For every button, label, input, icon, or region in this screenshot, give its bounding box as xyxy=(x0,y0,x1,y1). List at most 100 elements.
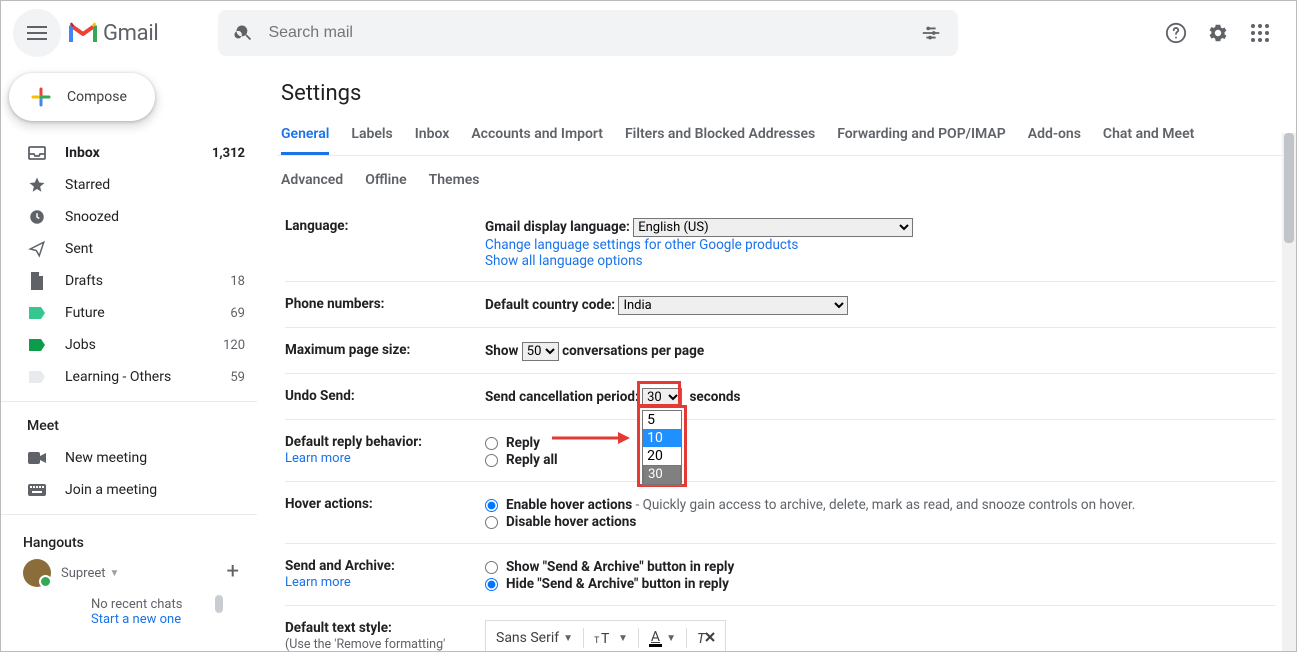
enable-hover-radio[interactable] xyxy=(485,499,498,512)
tab-add-ons[interactable]: Add-ons xyxy=(1028,116,1081,155)
tab-themes[interactable]: Themes xyxy=(429,162,480,198)
tab-advanced[interactable]: Advanced xyxy=(281,162,343,198)
tab-filters-and-blocked-addresses[interactable]: Filters and Blocked Addresses xyxy=(625,116,815,155)
reply-all-radio-label: Reply all xyxy=(506,452,558,468)
search-bar[interactable] xyxy=(218,10,958,56)
change-language-link[interactable]: Change language settings for other Googl… xyxy=(485,237,798,253)
page-size-suffix: conversations per page xyxy=(562,343,704,359)
text-style-note: (Use the 'Remove formatting' xyxy=(285,637,445,651)
hide-send-archive-radio[interactable] xyxy=(485,578,498,591)
file-icon xyxy=(27,272,47,290)
tab-chat-and-meet[interactable]: Chat and Meet xyxy=(1103,116,1194,155)
phone-row-label: Phone numbers: xyxy=(285,296,485,315)
label-icon xyxy=(27,338,47,352)
search-options-icon[interactable] xyxy=(920,22,942,44)
text-color-button[interactable]: A ▼ xyxy=(649,630,676,647)
search-icon xyxy=(234,23,254,43)
disable-hover-radio[interactable] xyxy=(485,516,498,529)
hover-row-label: Hover actions: xyxy=(285,496,485,531)
label-icon xyxy=(27,370,47,384)
meet-item-new-meeting[interactable]: New meeting xyxy=(1,442,257,474)
reply-radio-label: Reply xyxy=(506,435,540,451)
inbox-icon xyxy=(27,146,47,160)
gear-icon xyxy=(1207,22,1229,44)
hangouts-new-button[interactable]: + xyxy=(221,559,245,587)
start-new-chat-link[interactable]: Start a new one xyxy=(91,612,223,627)
tab-forwarding-and-pop-imap[interactable]: Forwarding and POP/IMAP xyxy=(837,116,1006,155)
send-archive-learn-more-link[interactable]: Learn more xyxy=(285,575,351,590)
settings-button[interactable] xyxy=(1206,21,1230,45)
enable-hover-label: Enable hover actions xyxy=(506,497,632,513)
tab-general[interactable]: General xyxy=(281,116,329,155)
reply-radio[interactable] xyxy=(485,437,498,450)
tab-accounts-and-import[interactable]: Accounts and Import xyxy=(471,116,603,155)
apps-button[interactable] xyxy=(1248,21,1272,45)
hangouts-user-name[interactable]: Supreet xyxy=(61,566,106,581)
tab-inbox[interactable]: Inbox xyxy=(415,116,450,155)
send-archive-row-label: Send and Archive: xyxy=(285,558,395,574)
remove-formatting-icon: T xyxy=(697,630,715,646)
sidebar-item-drafts[interactable]: Drafts18 xyxy=(1,265,257,297)
sidebar-item-count: 18 xyxy=(230,274,245,289)
chevron-down-icon: ▼ xyxy=(563,633,573,644)
default-country-select[interactable]: India xyxy=(618,296,848,315)
sidebar-item-count: 120 xyxy=(223,338,245,353)
page-size-prefix: Show xyxy=(485,343,518,359)
undo-send-row-label: Undo Send: xyxy=(285,388,485,407)
undo-send-select[interactable]: 30 xyxy=(642,388,682,407)
hangouts-avatar[interactable] xyxy=(23,559,51,587)
meet-section-title: Meet xyxy=(1,410,257,442)
hamburger-icon xyxy=(27,26,47,40)
no-recent-chats-text: No recent chats xyxy=(91,597,223,612)
page-size-row-label: Maximum page size: xyxy=(285,342,485,361)
undo-option-5[interactable]: 5 xyxy=(643,411,681,429)
sidebar-item-label: Inbox xyxy=(65,145,212,161)
svg-text:T: T xyxy=(601,631,610,646)
content-scrollbar-track[interactable] xyxy=(1282,133,1296,651)
meet-item-join-a-meeting[interactable]: Join a meeting xyxy=(1,474,257,506)
undo-option-20[interactable]: 20 xyxy=(643,447,681,465)
sidebar-item-jobs[interactable]: Jobs120 xyxy=(1,329,257,361)
disable-hover-label: Disable hover actions xyxy=(506,514,636,530)
sidebar-item-label: Learning - Others xyxy=(65,369,230,385)
reply-learn-more-link[interactable]: Learn more xyxy=(285,451,351,466)
help-button[interactable] xyxy=(1164,21,1188,45)
hangouts-scrollbar-thumb[interactable] xyxy=(215,595,223,613)
page-size-select[interactable]: 50 xyxy=(522,342,559,361)
content-scrollbar-thumb[interactable] xyxy=(1284,133,1294,243)
text-size-icon: TT xyxy=(594,630,614,646)
chevron-down-icon[interactable]: ▼ xyxy=(110,568,120,579)
show-send-archive-radio[interactable] xyxy=(485,561,498,574)
compose-button[interactable]: Compose xyxy=(9,73,155,121)
main-menu-button[interactable] xyxy=(13,9,61,57)
tab-offline[interactable]: Offline xyxy=(365,162,406,198)
tab-labels[interactable]: Labels xyxy=(351,116,392,155)
sidebar-item-count: 59 xyxy=(230,370,245,385)
sidebar-item-count: 1,312 xyxy=(212,146,245,161)
sidebar-item-sent[interactable]: Sent xyxy=(1,233,257,265)
help-icon xyxy=(1165,22,1187,44)
meet-item-label: Join a meeting xyxy=(65,482,245,498)
reply-all-radio[interactable] xyxy=(485,454,498,467)
send-icon xyxy=(27,240,47,258)
undo-send-dropdown-popup[interactable]: 5 10 20 30 xyxy=(642,410,682,486)
label-icon xyxy=(27,306,47,320)
sidebar-item-inbox[interactable]: Inbox1,312 xyxy=(1,137,257,169)
sidebar-item-snoozed[interactable]: Snoozed xyxy=(1,201,257,233)
show-all-language-link[interactable]: Show all language options xyxy=(485,253,643,269)
undo-option-30[interactable]: 30 xyxy=(643,465,681,485)
display-language-select[interactable]: English (US) xyxy=(633,218,913,237)
undo-option-10[interactable]: 10 xyxy=(643,429,681,447)
search-input[interactable] xyxy=(266,23,920,43)
gmail-logo[interactable]: Gmail xyxy=(69,21,158,46)
display-language-label: Gmail display language: xyxy=(485,219,630,235)
enable-hover-note: - Quickly gain access to archive, delete… xyxy=(632,497,1135,513)
sidebar-item-starred[interactable]: Starred xyxy=(1,169,257,201)
remove-formatting-button[interactable]: T xyxy=(697,630,715,646)
hangouts-section-title: Hangouts xyxy=(23,527,245,559)
sidebar-item-learning-others[interactable]: Learning - Others59 xyxy=(1,361,257,393)
font-family-button[interactable]: Sans Serif▼ xyxy=(496,630,573,646)
annotation-arrow-icon xyxy=(552,428,632,448)
sidebar-item-future[interactable]: Future69 xyxy=(1,297,257,329)
font-size-button[interactable]: TT ▼ xyxy=(594,630,628,646)
